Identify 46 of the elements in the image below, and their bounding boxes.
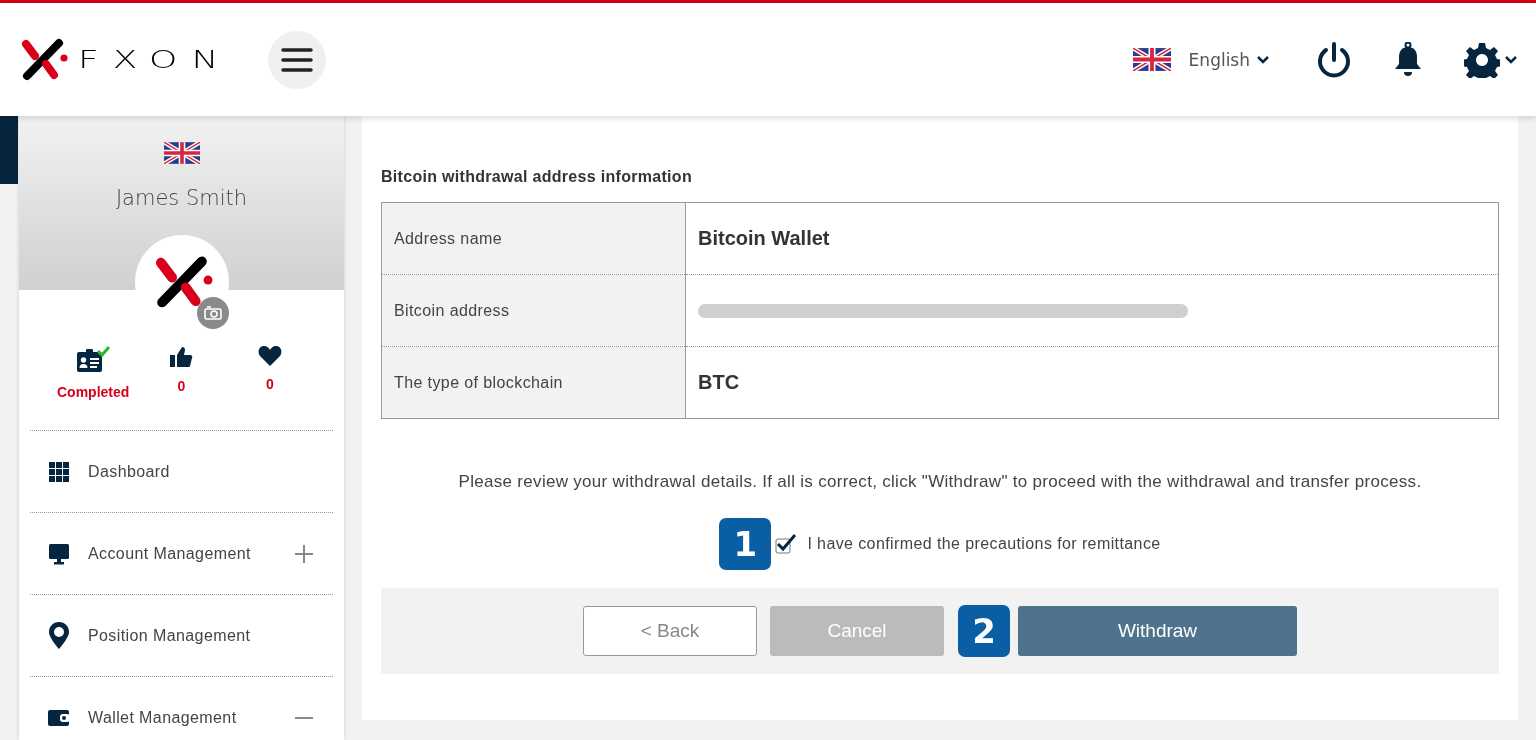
sidebar-tab-marker: [0, 116, 18, 184]
monitor-icon: [48, 542, 70, 565]
stat-value: 0: [177, 378, 186, 394]
notifications-button[interactable]: [1392, 41, 1424, 78]
heart-icon: [257, 346, 282, 366]
grid-icon: [49, 461, 69, 482]
confirm-checkbox[interactable]: [775, 533, 798, 555]
menu-item[interactable]: Wallet Management: [30, 676, 333, 740]
notice-text: Please review your withdrawal details. If all is correct, click "Withdraw" to proceed with the withdrawal and transfer process.: [457, 471, 1423, 493]
logo-text: FXON: [78, 45, 233, 74]
field-value: BTC: [698, 371, 740, 393]
flag-icon: [1132, 48, 1171, 71]
chevron-down-icon: [1504, 54, 1518, 65]
back-button[interactable]: < Back: [583, 606, 757, 656]
section-title: Bitcoin withdrawal address information: [381, 168, 693, 186]
map-pin-icon: [49, 622, 69, 649]
step-marker: 2: [958, 605, 1010, 657]
menu-item-label: Dashboard: [88, 462, 171, 481]
plus-icon[interactable]: [293, 543, 315, 564]
chevron-down-icon: [1256, 54, 1270, 65]
menu-item-label: Wallet Management: [88, 708, 238, 727]
flag-icon: [163, 142, 200, 164]
stat-value: Completed: [57, 384, 130, 400]
field-label: The type of blockchain: [381, 346, 686, 419]
menu-icon: [281, 47, 314, 72]
menu-item[interactable]: Dashboard: [30, 430, 333, 512]
stat-value: 0: [265, 376, 274, 392]
field-value: Bitcoin Wallet: [698, 227, 830, 249]
field-label: Address name: [381, 202, 686, 275]
field-label: Bitcoin address: [381, 274, 686, 347]
menu-item-label: Position Management: [88, 626, 252, 645]
language-selector[interactable]: English: [1126, 47, 1276, 72]
camera-icon: [204, 306, 222, 320]
user-name: James Smith: [115, 186, 248, 210]
step-marker: 1: [719, 518, 772, 570]
menu-item[interactable]: Account Management: [30, 512, 333, 594]
menu-item[interactable]: Position Management: [30, 594, 333, 676]
wallet-icon: [48, 708, 70, 727]
id-card-check-icon: [76, 346, 111, 374]
thumbs-up-icon: [169, 346, 194, 368]
settings-button[interactable]: [1464, 41, 1518, 78]
power-button[interactable]: [1316, 40, 1352, 79]
confirm-label: I have confirmed the precautions for remittance: [807, 535, 1161, 553]
menu-item-label: Account Management: [88, 544, 252, 563]
camera-button[interactable]: [197, 297, 229, 329]
withdraw-button[interactable]: Withdraw: [1018, 606, 1297, 656]
